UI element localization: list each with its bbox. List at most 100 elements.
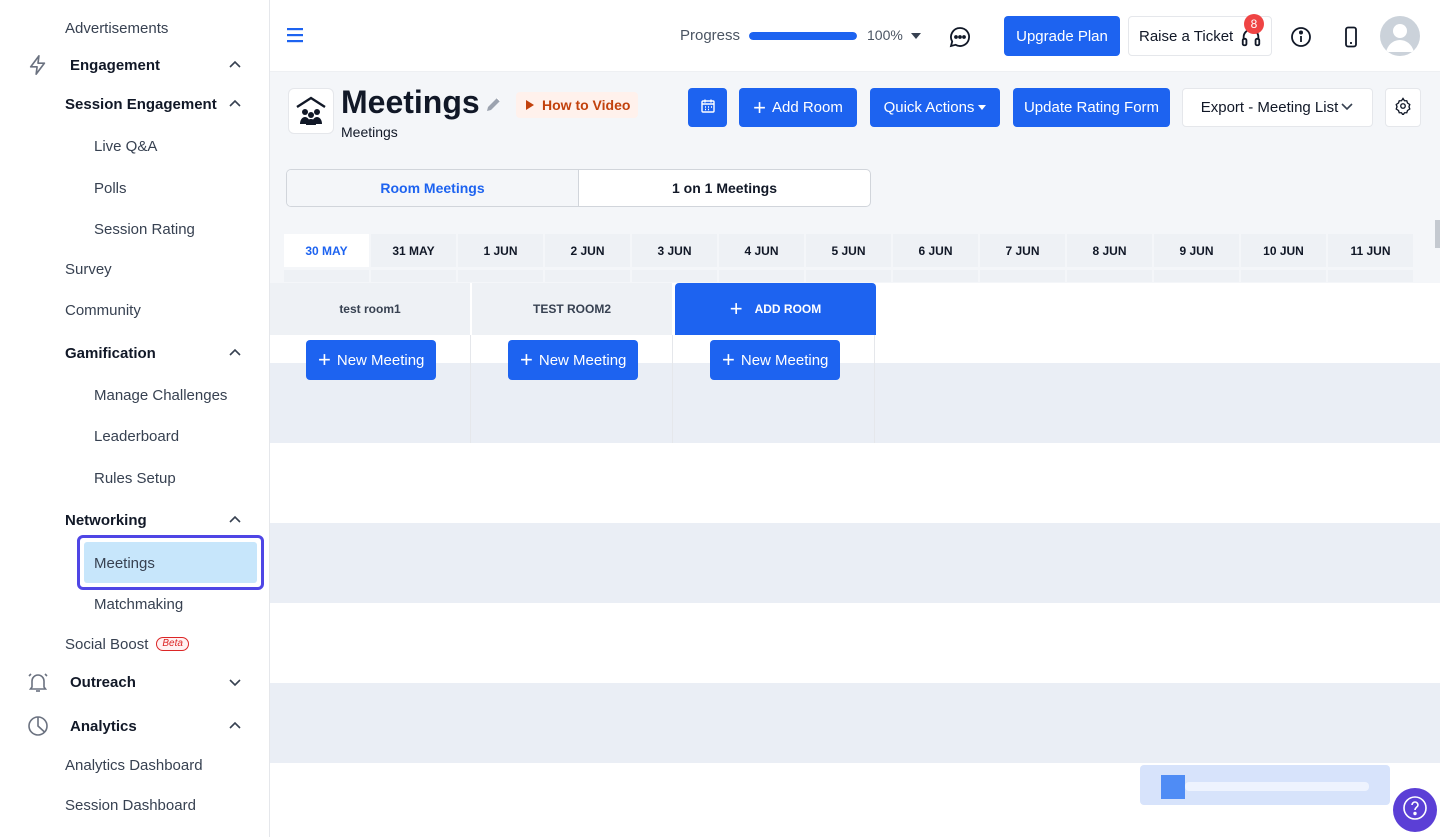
sidebar-item-label: Networking (65, 511, 147, 529)
progress-label: Progress (680, 27, 741, 44)
add-room-label: Add Room (771, 99, 843, 116)
how-to-video-link[interactable]: How to Video (516, 92, 639, 118)
page-title: Meetings (341, 84, 480, 120)
bell-icon (26, 670, 50, 694)
how-to-video-label: How to Video (542, 97, 631, 113)
settings-button[interactable] (1385, 88, 1421, 127)
loading-indicator (1140, 765, 1390, 805)
raise-ticket-label: Raise a Ticket (1139, 27, 1234, 45)
sidebar-item-community[interactable]: Community (0, 298, 269, 322)
sidebar-item-label: Session Engagement (65, 95, 217, 113)
sidebar-section-gamification[interactable]: Gamification (0, 341, 269, 365)
sidebar-item-advertisements[interactable]: Advertisements (0, 16, 269, 40)
export-meeting-list-dropdown[interactable]: Export - Meeting List (1182, 88, 1373, 127)
chevron-up-icon[interactable] (228, 346, 242, 360)
sidebar-item-label: Meetings (94, 554, 155, 572)
page-subtitle: Meetings (341, 124, 398, 140)
chevron-up-icon[interactable] (228, 97, 242, 111)
calendar-button[interactable] (688, 88, 727, 127)
update-rating-form-button[interactable]: Update Rating Form (1013, 88, 1170, 127)
sidebar: Advertisements Engagement Session Engage… (0, 0, 270, 837)
sidebar-section-outreach[interactable]: Outreach (0, 669, 269, 695)
chevron-up-icon[interactable] (228, 58, 242, 72)
chevron-down-icon (1340, 99, 1354, 117)
chevron-up-icon[interactable] (228, 513, 242, 527)
date-tab[interactable]: 4 JUN (719, 234, 804, 282)
tab-room-meetings[interactable]: Room Meetings (287, 170, 579, 206)
sidebar-item-label: Social Boost (65, 635, 149, 653)
scrollbar[interactable] (1435, 220, 1440, 248)
avatar[interactable] (1380, 16, 1420, 56)
caret-down-icon[interactable] (911, 33, 921, 39)
new-meeting-label: New Meeting (740, 351, 829, 369)
quick-actions-button[interactable]: Quick Actions (870, 88, 1000, 127)
sidebar-item-analytics-dashboard[interactable]: Analytics Dashboard (0, 753, 269, 777)
meeting-type-tabs: Room Meetings 1 on 1 Meetings (286, 169, 871, 207)
sidebar-item-label: Rules Setup (94, 469, 176, 487)
sidebar-item-matchmaking[interactable]: Matchmaking (0, 592, 269, 616)
sidebar-item-label: Matchmaking (94, 595, 184, 613)
date-tab[interactable]: 6 JUN (893, 234, 978, 282)
upgrade-plan-button[interactable]: Upgrade Plan (1004, 16, 1120, 56)
date-tab[interactable]: 11 JUN (1328, 234, 1413, 282)
quick-actions-label: Quick Actions (883, 99, 975, 116)
pencil-icon[interactable] (484, 94, 504, 114)
date-tab[interactable]: 1 JUN (458, 234, 543, 282)
sidebar-item-survey[interactable]: Survey (0, 257, 269, 281)
sidebar-item-session-rating[interactable]: Session Rating (0, 217, 269, 241)
hamburger-menu-icon[interactable] (286, 26, 304, 44)
date-tab[interactable]: 10 JUN (1241, 234, 1326, 282)
sidebar-section-session-engagement[interactable]: Session Engagement (0, 92, 269, 116)
sidebar-item-live-qa[interactable]: Live Q&A (0, 134, 269, 158)
notification-badge: 8 (1244, 14, 1264, 34)
sidebar-item-label: Session Dashboard (65, 796, 196, 814)
date-tab[interactable]: 8 JUN (1067, 234, 1152, 282)
date-tab[interactable]: 31 MAY (371, 234, 456, 282)
date-tab[interactable]: 3 JUN (632, 234, 717, 282)
loading-square (1161, 775, 1185, 799)
sidebar-section-networking[interactable]: Networking (0, 508, 269, 532)
new-meeting-button[interactable]: + New Meeting (306, 340, 437, 380)
sidebar-item-label: Polls (94, 179, 127, 197)
sidebar-item-leaderboard[interactable]: Leaderboard (0, 424, 269, 448)
sidebar-item-polls[interactable]: Polls (0, 176, 269, 200)
sidebar-item-label: Engagement (70, 56, 161, 74)
date-tab[interactable]: 2 JUN (545, 234, 630, 282)
sidebar-item-label: Live Q&A (94, 137, 158, 155)
add-room-column-label: ADD ROOM (754, 302, 822, 316)
loading-bar (1185, 782, 1369, 791)
sidebar-item-rules-setup[interactable]: Rules Setup (0, 466, 269, 490)
chat-bubble-icon[interactable] (948, 25, 972, 49)
play-icon (526, 100, 534, 110)
sidebar-item-label: Advertisements (65, 19, 169, 37)
sidebar-item-social-boost[interactable]: Social Boost Beta (0, 632, 269, 656)
date-tab[interactable]: 30 MAY (284, 234, 369, 282)
sidebar-item-label: Gamification (65, 344, 156, 362)
export-label: Export - Meeting List (1200, 99, 1339, 116)
help-button[interactable] (1393, 788, 1437, 832)
date-tab[interactable]: 9 JUN (1154, 234, 1239, 282)
chevron-up-icon[interactable] (228, 719, 242, 733)
tab-1on1-meetings[interactable]: 1 on 1 Meetings (579, 170, 870, 206)
sidebar-item-label: Analytics Dashboard (65, 756, 203, 774)
mobile-phone-icon[interactable] (1339, 25, 1363, 49)
sidebar-item-meetings[interactable]: Meetings (0, 551, 269, 575)
new-meeting-button[interactable]: + New Meeting (710, 340, 841, 380)
date-tab[interactable]: 7 JUN (980, 234, 1065, 282)
date-tab[interactable]: 5 JUN (806, 234, 891, 282)
add-room-button[interactable]: + Add Room (739, 88, 857, 127)
plus-icon: + (753, 94, 766, 120)
sidebar-section-engagement[interactable]: Engagement (0, 52, 269, 78)
new-meeting-button[interactable]: + New Meeting (508, 340, 639, 380)
add-room-column-button[interactable]: + ADD ROOM (675, 283, 876, 335)
beta-badge: Beta (156, 637, 189, 651)
caret-down-icon (978, 105, 987, 110)
sidebar-item-manage-challenges[interactable]: Manage Challenges (0, 383, 269, 407)
sidebar-section-analytics[interactable]: Analytics (0, 713, 269, 739)
plus-icon: + (729, 296, 743, 321)
sidebar-item-session-dashboard[interactable]: Session Dashboard (0, 793, 269, 817)
info-icon[interactable] (1289, 25, 1313, 49)
calendar-icon (700, 98, 716, 118)
chevron-down-icon[interactable] (228, 675, 242, 689)
plus-icon: + (722, 347, 735, 372)
